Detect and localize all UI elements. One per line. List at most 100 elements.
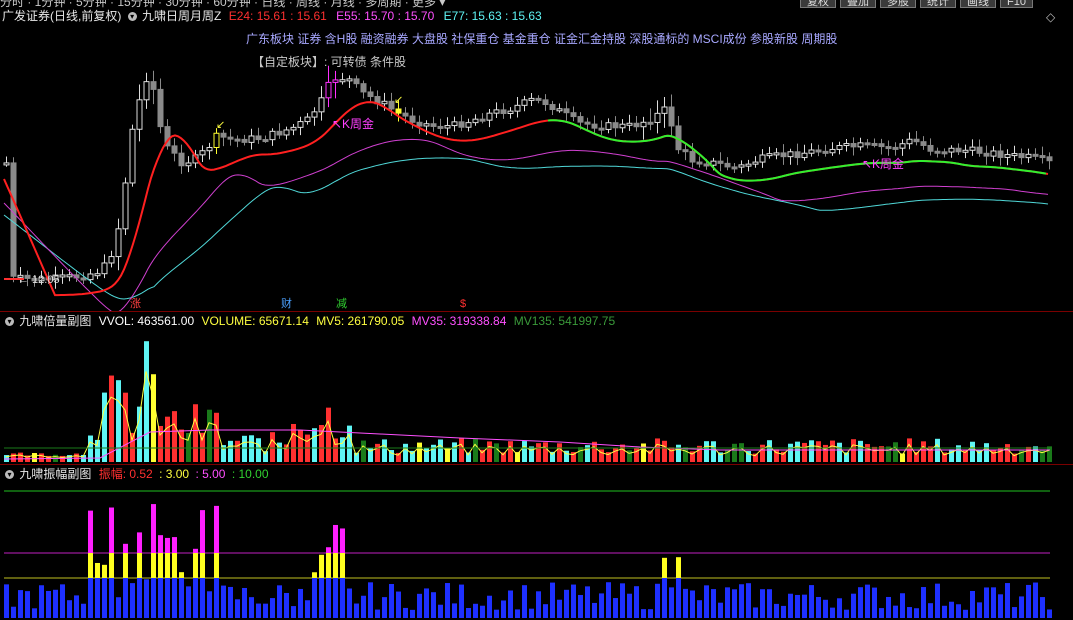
- amplitude-bar-yellow: [102, 564, 107, 578]
- volume-bar: [669, 447, 674, 462]
- candle-body: [626, 122, 633, 126]
- candle-body: [640, 121, 647, 128]
- toolbar-button-restore[interactable]: 复权: [800, 0, 837, 8]
- candle-body: [661, 106, 668, 114]
- candle-body: [381, 100, 388, 105]
- candle-body: [745, 163, 752, 167]
- volume-bar: [970, 441, 975, 462]
- candle-body: [808, 149, 815, 154]
- candle-body: [871, 142, 878, 146]
- toolbar-button-f10[interactable]: F10: [1000, 0, 1033, 8]
- candle-body: [514, 104, 521, 112]
- candle-body: [395, 108, 402, 114]
- volume-bars[interactable]: [0, 312, 1073, 464]
- amplitude-bars[interactable]: [0, 465, 1073, 620]
- candle-body: [283, 129, 290, 136]
- candle-body: [1004, 154, 1011, 158]
- volume-bar: [249, 435, 254, 462]
- candle-body: [332, 79, 339, 83]
- amplitude-bar: [767, 589, 772, 618]
- amplitude-bar: [529, 608, 534, 618]
- toolbar-button-multi[interactable]: 多股: [880, 0, 917, 8]
- amplitude-bar-yellow: [193, 553, 198, 578]
- amplitude-bar: [116, 597, 121, 618]
- candle-body: [318, 97, 325, 113]
- amplitude-bar: [858, 587, 863, 618]
- candle-body: [136, 99, 143, 130]
- toolbar-button-draw[interactable]: 画线: [960, 0, 997, 8]
- marker-limit-up[interactable]: 涨: [130, 297, 141, 311]
- volume-bar: [270, 432, 275, 462]
- candle-body: [1046, 156, 1053, 162]
- amplitude-bar-magenta: [172, 537, 177, 553]
- amplitude-bar: [998, 594, 1003, 618]
- volume-bar: [886, 446, 891, 462]
- amplitude-bar: [781, 605, 786, 618]
- amplitude-bar: [487, 595, 492, 618]
- marker-finance[interactable]: 财: [281, 297, 292, 311]
- amplitude-bar: [900, 593, 905, 618]
- amplitude-bar-magenta: [200, 510, 205, 553]
- candle-body: [241, 138, 248, 143]
- candle-body: [941, 151, 948, 155]
- candle-body: [948, 147, 955, 153]
- e77-line: [3, 157, 1049, 300]
- marker-reduce[interactable]: 减: [336, 297, 347, 311]
- amplitude-bar: [284, 592, 289, 618]
- volume-bar: [1033, 446, 1038, 462]
- volume-bar: [375, 443, 380, 462]
- candle-body: [157, 88, 164, 128]
- candle-body: [885, 146, 892, 150]
- amplitude-bar: [480, 605, 485, 618]
- candle-body: [815, 149, 822, 153]
- candle-body: [535, 97, 542, 101]
- marker-dividend[interactable]: $: [460, 297, 466, 311]
- volume-bar: [312, 428, 317, 462]
- candle-body: [850, 143, 857, 148]
- candle-body: [486, 112, 493, 121]
- price-panel: 广发证券(日线,前复权) ▾ 九啸日周月周Z E24: 15.61 : 15.6…: [0, 8, 1073, 311]
- amplitude-bar-yellow: [95, 562, 100, 578]
- amplitude-bar: [809, 585, 814, 618]
- amplitude-bar: [256, 603, 261, 618]
- period-menu[interactable]: 分时 · 1分钟 · 5分钟 · 15分钟 · 30分钟 · 60分钟 · 日线…: [0, 0, 445, 8]
- volume-bar: [578, 447, 583, 462]
- amplitude-bar: [634, 586, 639, 618]
- amplitude-bar-yellow: [137, 553, 142, 578]
- amplitude-bar-magenta: [214, 505, 219, 553]
- candle-body: [584, 121, 591, 125]
- volume-bar: [494, 443, 499, 462]
- amplitude-bar: [88, 578, 93, 618]
- amplitude-bar-yellow: [158, 553, 163, 578]
- candle-body: [507, 110, 514, 115]
- amplitude-bar-yellow: [340, 553, 345, 578]
- amplitude-bar: [655, 583, 660, 618]
- candle-body: [703, 163, 710, 167]
- amplitude-bar: [872, 587, 877, 618]
- volume-bar: [403, 443, 408, 462]
- volume-bar: [676, 444, 681, 462]
- candle-body: [528, 97, 535, 101]
- amplitude-bar: [522, 585, 527, 618]
- toolbar-button-stats[interactable]: 统计: [920, 0, 957, 8]
- candle-body: [437, 125, 444, 129]
- candlestick-chart[interactable]: ↙↙: [0, 8, 1073, 311]
- amplitude-bar: [235, 599, 240, 618]
- amplitude-bar: [312, 578, 317, 618]
- candle-body: [360, 83, 367, 93]
- amplitude-bar: [214, 578, 219, 618]
- amplitude-bar: [270, 598, 275, 618]
- candle-body: [773, 152, 780, 156]
- candle-body: [766, 153, 773, 157]
- amplitude-bar: [963, 609, 968, 618]
- toolbar-button-overlay[interactable]: 叠加: [840, 0, 877, 8]
- amplitude-bar: [886, 596, 891, 618]
- amplitude-bar: [109, 578, 114, 618]
- candle-body: [199, 150, 206, 156]
- amplitude-bar: [137, 578, 142, 618]
- volume-bar: [704, 441, 709, 462]
- volume-bar: [592, 441, 597, 462]
- candle-body: [297, 121, 304, 128]
- candle-body: [892, 146, 899, 150]
- amplitude-bar: [445, 583, 450, 618]
